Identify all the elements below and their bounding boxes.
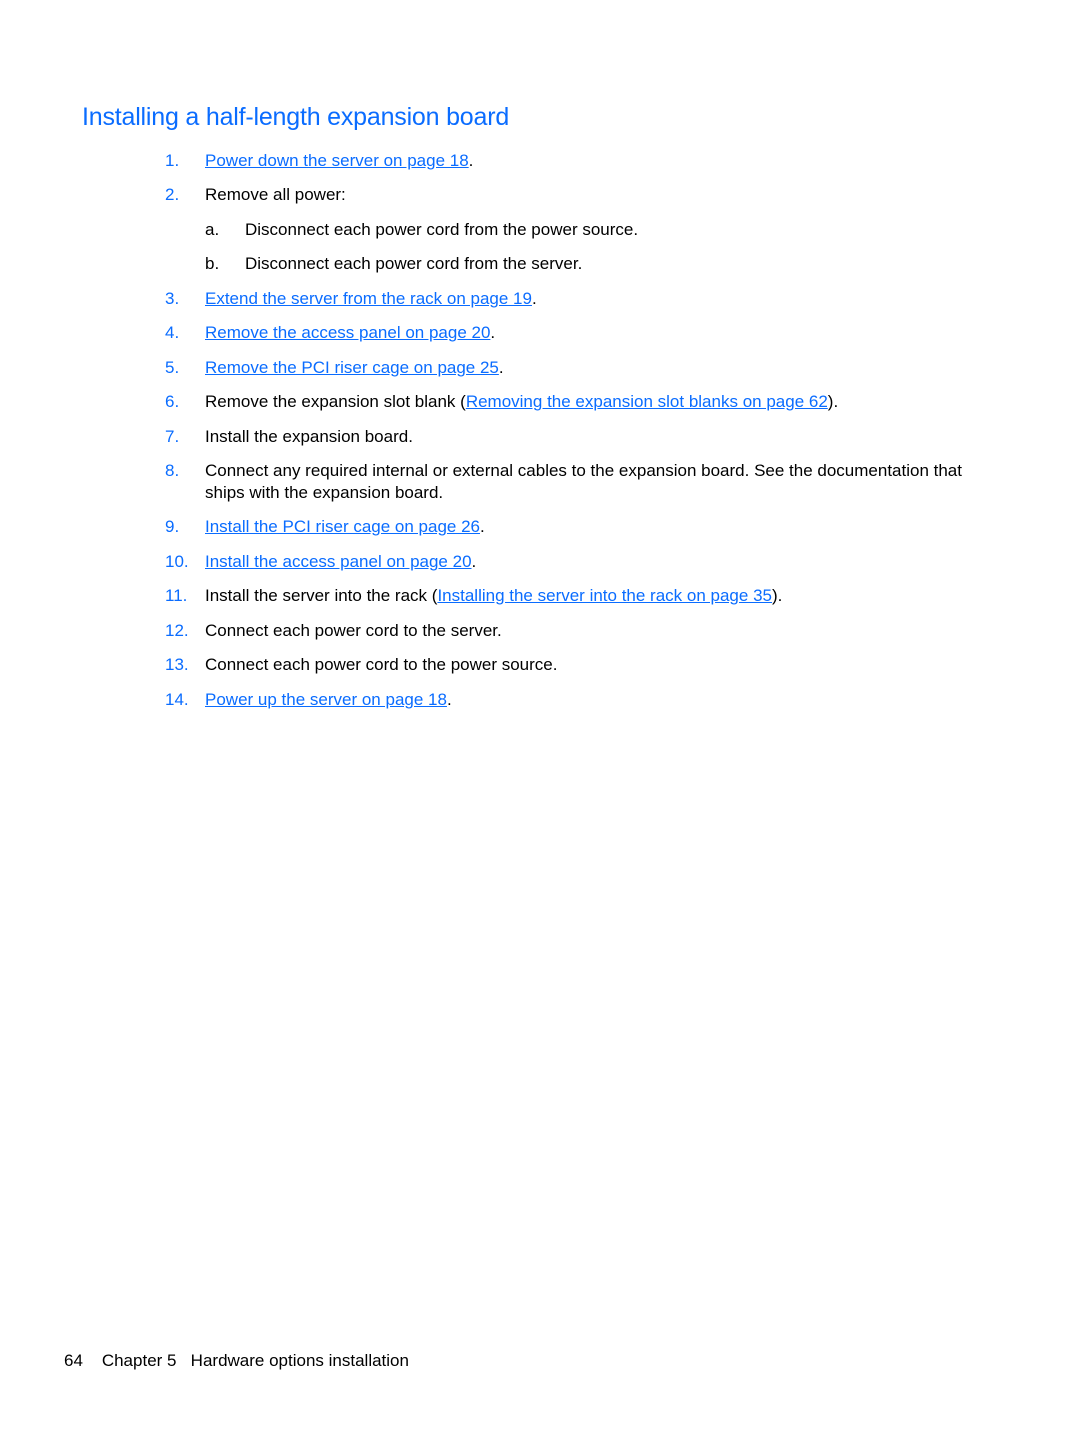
step-text: Connect each power cord to the server. <box>205 621 502 640</box>
page-number: 64 <box>64 1351 83 1370</box>
step-number: 2. <box>165 185 180 204</box>
link-removing-slot-blanks[interactable]: Removing the expansion slot blanks on pa… <box>466 392 828 411</box>
link-extend-server[interactable]: Extend the server from the rack on page … <box>205 289 532 308</box>
page-title: Installing a half-length expansion board <box>82 103 510 131</box>
step-text: Install the expansion board. <box>205 427 413 446</box>
step-text: Remove all power: <box>205 185 346 204</box>
punct: ). <box>771 586 783 605</box>
link-remove-access-panel[interactable]: Remove the access panel on page 20 <box>205 323 490 342</box>
link-remove-pci-riser[interactable]: Remove the PCI riser cage on page 25 <box>205 358 499 377</box>
substep-text: Disconnect each power cord from the serv… <box>245 254 583 273</box>
substep-letter: b. <box>205 254 220 273</box>
punct: ). <box>827 392 839 411</box>
step-number: 7. <box>165 427 180 446</box>
step-number: 9. <box>165 517 180 536</box>
punct: . <box>446 690 452 709</box>
punct: . <box>498 358 504 377</box>
punct: . <box>490 323 496 342</box>
step-number: 10. <box>165 552 189 571</box>
chapter-title: Hardware options installation <box>190 1351 409 1370</box>
step-number: 1. <box>165 151 180 170</box>
step-number: 4. <box>165 323 180 342</box>
chapter-label: Chapter 5 <box>101 1351 177 1370</box>
step-number: 5. <box>165 358 180 377</box>
step-number: 6. <box>165 392 180 411</box>
punct: . <box>531 289 537 308</box>
punct: . <box>480 517 485 536</box>
step-number: 13. <box>165 655 189 674</box>
step-number: 3. <box>165 289 180 308</box>
substep-letter: a. <box>205 220 220 239</box>
link-power-up[interactable]: Power up the server on page 18 <box>205 690 447 709</box>
step-number: 8. <box>165 461 180 480</box>
substep-text: Disconnect each power cord from the powe… <box>245 220 639 239</box>
step-text: Remove the expansion slot blank ( <box>205 392 466 411</box>
link-install-server-rack[interactable]: Installing the server into the rack on p… <box>437 586 772 605</box>
step-text: Install the server into the rack ( <box>205 586 438 605</box>
link-install-pci-riser[interactable]: Install the PCI riser cage on page 26 <box>205 517 480 536</box>
link-install-access-panel[interactable]: Install the access panel on page 20 <box>205 552 472 571</box>
step-number: 11. <box>165 586 188 605</box>
step-number: 12. <box>165 621 189 640</box>
punct: . <box>468 151 474 170</box>
step-text: Connect each power cord to the power sou… <box>205 655 558 674</box>
page-footer: 64 Chapter 5 Hardware options installati… <box>64 1350 409 1372</box>
punct: . <box>471 552 477 571</box>
step-text: Connect any required internal or externa… <box>205 461 962 502</box>
link-power-down[interactable]: Power down the server on page 18 <box>205 151 469 170</box>
step-number: 14. <box>165 690 189 709</box>
